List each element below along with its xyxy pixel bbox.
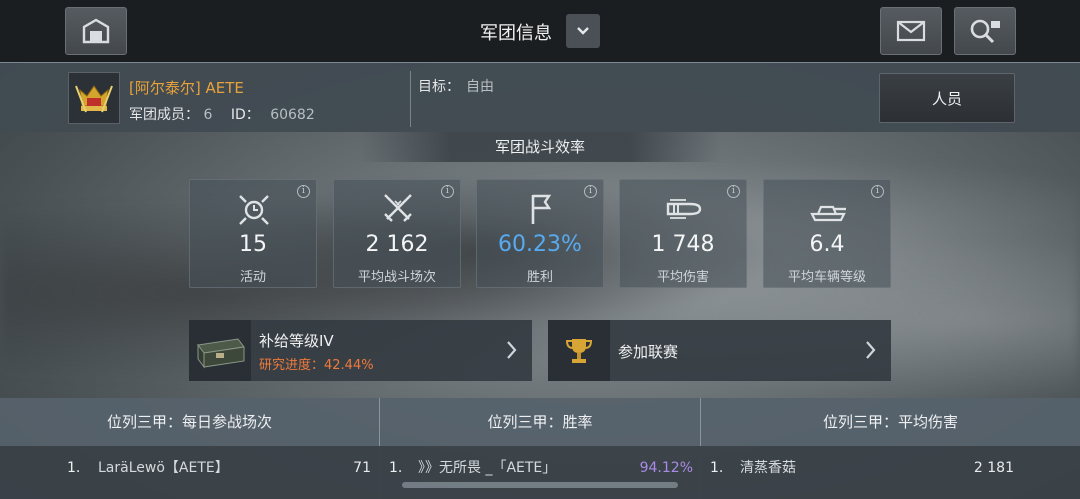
hangar-icon bbox=[82, 18, 110, 44]
info-icon[interactable]: i bbox=[727, 185, 740, 198]
stat-label: 平均车辆等级 bbox=[787, 270, 866, 285]
goal-value: 自由 bbox=[466, 79, 494, 95]
mail-icon bbox=[896, 20, 926, 42]
stat-card-avg-tier: i 6.4 平均车辆等级 bbox=[763, 179, 891, 288]
player-name[interactable]: LaräLewö【AETE】 bbox=[98, 446, 229, 490]
stat-value: 2 162 bbox=[365, 232, 429, 257]
stat-label: 胜利 bbox=[526, 270, 553, 285]
supply-level-panel[interactable]: 补给等级IV 研究进度：42.44% bbox=[189, 320, 532, 381]
members-count: 6 bbox=[203, 107, 213, 123]
stat-card-avg-battles: i 2 162 平均战斗场次 bbox=[333, 179, 461, 288]
supply-crate-icon bbox=[197, 337, 245, 368]
stat-label: 平均伤害 bbox=[656, 270, 709, 285]
chevron-right-icon bbox=[866, 341, 876, 359]
personnel-button[interactable]: 人员 bbox=[879, 73, 1015, 123]
clan-id-label: ID： bbox=[230, 107, 260, 123]
top3-daily-battles-heading: 位列三甲：每日参战场次 bbox=[106, 413, 272, 431]
top-bar: 军团信息 bbox=[0, 0, 1080, 62]
members-label: 军团成员： bbox=[129, 107, 199, 123]
chevron-down-icon bbox=[577, 27, 589, 35]
stat-label: 活动 bbox=[239, 270, 266, 285]
stat-label: 平均战斗场次 bbox=[357, 270, 436, 285]
stat-value: 60.23% bbox=[498, 232, 582, 257]
player-name[interactable]: 清蒸香菇 bbox=[740, 446, 796, 490]
rank-number: 1. bbox=[389, 460, 403, 476]
stat-card-avg-damage: i 1 748 平均伤害 bbox=[619, 179, 747, 288]
info-icon[interactable]: i bbox=[871, 185, 884, 198]
mail-button[interactable] bbox=[880, 7, 942, 55]
player-value: 2 181 bbox=[973, 460, 1014, 476]
info-icon[interactable]: i bbox=[441, 185, 454, 198]
clan-name: [阿尔泰尔] AETE bbox=[129, 79, 244, 97]
leaderboard-row: 1. LaräLewö【AETE】 71 1. 》》无所畏 _「AETE」 94… bbox=[0, 446, 1080, 499]
rank-number: 1. bbox=[710, 460, 724, 476]
flag-icon bbox=[531, 194, 552, 224]
efficiency-heading: 军团战斗效率 bbox=[360, 132, 720, 162]
goal-label: 目标： bbox=[418, 79, 460, 95]
stat-value: 6.4 bbox=[809, 232, 845, 257]
stat-value: 1 748 bbox=[651, 232, 715, 257]
info-icon[interactable]: i bbox=[584, 185, 597, 198]
page-title: 军团信息 bbox=[480, 23, 552, 44]
stat-value: 15 bbox=[239, 232, 267, 257]
shell-icon bbox=[666, 199, 702, 219]
clan-header: [阿尔泰尔] AETE 军团成员： 6 ID： 60682 目标： 自由 人员 bbox=[0, 62, 1080, 132]
trophy-icon bbox=[565, 338, 593, 363]
header-divider bbox=[410, 71, 411, 127]
crossed-swords-icon bbox=[384, 194, 412, 222]
player-value: 71 bbox=[353, 460, 371, 476]
activity-icon bbox=[239, 195, 269, 225]
join-league-title: 参加联赛 bbox=[618, 343, 679, 361]
chevron-right-icon bbox=[507, 341, 517, 359]
leaderboard-header: 位列三甲：每日参战场次 位列三甲：胜率 位列三甲：平均伤害 bbox=[0, 398, 1080, 446]
supply-crate-image bbox=[189, 320, 251, 381]
clan-emblem-icon bbox=[75, 85, 113, 113]
clan-goal: 目标： 自由 bbox=[418, 76, 494, 96]
top3-win-rate-heading: 位列三甲：胜率 bbox=[487, 413, 593, 431]
title-dropdown-button[interactable] bbox=[566, 14, 600, 48]
clan-members-info: 军团成员： 6 ID： 60682 bbox=[129, 104, 315, 124]
join-league-panel[interactable]: 参加联赛 bbox=[548, 320, 891, 381]
tank-icon bbox=[810, 205, 846, 222]
top3-avg-damage-heading: 位列三甲：平均伤害 bbox=[822, 413, 958, 431]
stat-card-win-rate: i 60.23% 胜利 bbox=[476, 179, 604, 288]
hangar-button[interactable] bbox=[65, 7, 127, 55]
research-progress: 研究进度：42.44% bbox=[259, 358, 374, 373]
clan-id-value: 60682 bbox=[270, 107, 315, 123]
info-icon[interactable]: i bbox=[297, 185, 310, 198]
trophy-image bbox=[548, 320, 610, 381]
stat-card-activity: i 15 活动 bbox=[189, 179, 317, 288]
horizontal-scrollbar[interactable] bbox=[402, 482, 678, 488]
rank-number: 1. bbox=[67, 460, 81, 476]
clan-emblem bbox=[68, 72, 120, 124]
supply-level-title: 补给等级IV bbox=[259, 332, 334, 350]
search-clan-icon bbox=[970, 19, 1000, 44]
search-clan-button[interactable] bbox=[954, 7, 1016, 55]
